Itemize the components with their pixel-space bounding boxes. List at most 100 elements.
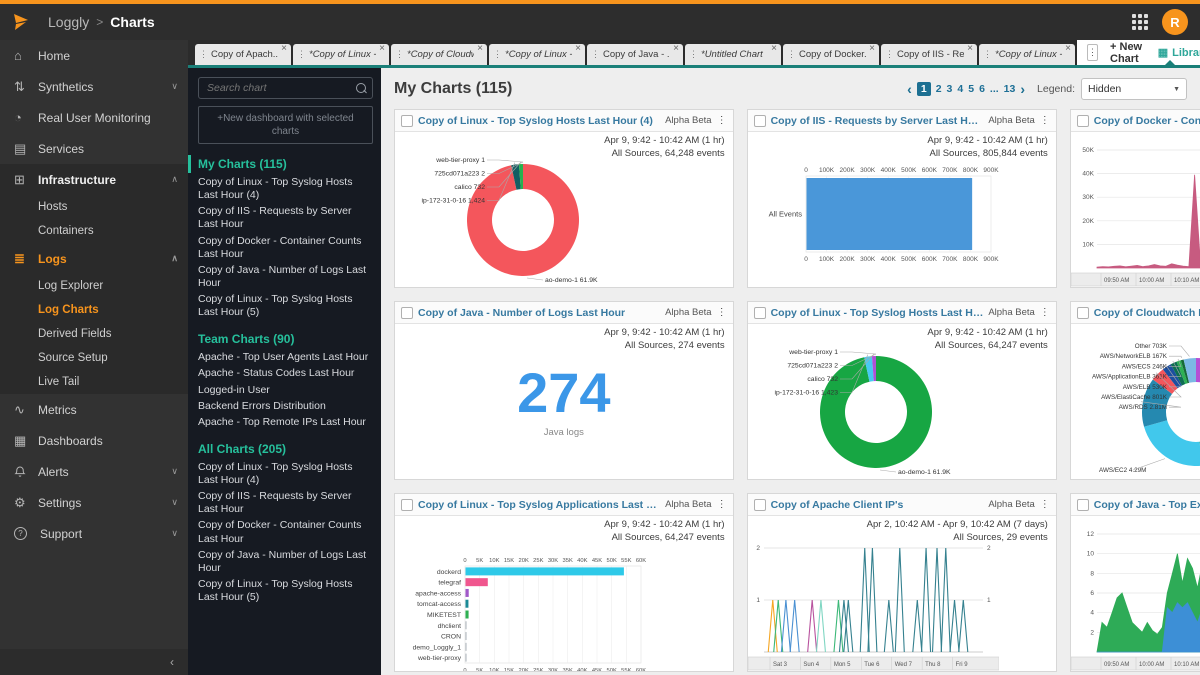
chart-checkbox[interactable] [754,307,766,319]
chart-list-item[interactable]: Copy of Linux - Top Syslog Hosts Last Ho… [198,578,373,604]
chart-tab[interactable]: ⋮*Untitled Chart× [685,44,781,65]
avatar[interactable]: R [1162,9,1188,35]
close-icon[interactable]: × [1065,44,1071,54]
sidebar-item-infrastructure[interactable]: ⊞Infrastructure∧ [0,164,188,195]
chart-tab[interactable]: ⋮*Copy of Linux -...× [489,44,585,65]
pager-page[interactable]: 6 [979,83,985,95]
chart-checkbox[interactable] [1077,499,1089,511]
chart-card-title[interactable]: Copy of IIS - Requests by Server Last Ho… [771,115,984,127]
chart-list-item[interactable]: Backend Errors Distribution [198,400,373,413]
legend-dropdown[interactable]: Hidden ▼ [1081,78,1187,100]
chart-tab[interactable]: ⋮*Copy of Linux -...× [979,44,1075,65]
chart-list-item[interactable]: Copy of Linux - Top Syslog Hosts Last Ho… [198,176,373,202]
chart-list-item[interactable]: Copy of IIS - Requests by Server Last Ho… [198,490,373,516]
chart-card-title[interactable]: Copy of Docker - Container Counts Last H… [1094,115,1200,127]
chart-list-item[interactable]: Copy of Docker - Container Counts Last H… [198,519,373,545]
app-switcher-icon[interactable] [1132,14,1148,30]
close-icon[interactable]: × [575,44,581,54]
sidebar-item-logs[interactable]: ≣Logs∧ [0,243,188,274]
chart-list-item[interactable]: Copy of IIS - Requests by Server Last Ho… [198,205,373,231]
chart-card-title[interactable]: Copy of Java - Top Exceptions Last Hour [1094,499,1200,511]
sidebar-collapse[interactable]: ‹ [0,649,188,675]
sidebar-subitem-containers[interactable]: Containers [0,219,188,243]
chart-list-item[interactable]: Apache - Top Remote IPs Last Hour [198,416,373,429]
svg-text:15K: 15K [504,558,514,564]
kebab-menu-icon[interactable]: ⋮ [1040,499,1050,510]
sidebar-item-settings[interactable]: ⚙Settings∨ [0,487,188,518]
search-input[interactable] [205,81,356,95]
chart-card-title[interactable]: Copy of Java - Number of Logs Last Hour [418,307,660,319]
chart-checkbox[interactable] [1077,115,1089,127]
chart-list-item[interactable]: Copy of Java - Number of Logs Last Hour [198,549,373,575]
pager-page[interactable]: 5 [968,83,974,95]
chart-tab[interactable]: ⋮Copy of Java - ...× [587,44,683,65]
chart-checkbox[interactable] [754,499,766,511]
close-icon[interactable]: × [869,44,875,54]
close-icon[interactable]: × [771,44,777,54]
close-icon[interactable]: × [967,44,973,54]
pager-page[interactable]: 1 [917,82,931,96]
new-chart-button[interactable]: + New Chart [1110,41,1146,65]
sidebar-subitem-hosts[interactable]: Hosts [0,195,188,219]
tab-overflow-button[interactable]: ⋮ [1087,44,1098,61]
pager-page[interactable]: 2 [936,83,942,95]
sidebar-subitem-source-setup[interactable]: Source Setup [0,346,188,370]
brand-loggly[interactable]: Loggly [48,14,89,30]
chart-checkbox[interactable] [1077,307,1089,319]
chart-list-item[interactable]: Copy of Docker - Container Counts Last H… [198,235,373,261]
sidebar-subitem-live-tail[interactable]: Live Tail [0,370,188,394]
close-icon[interactable]: × [673,44,679,54]
chart-list-item[interactable]: Logged-in User [198,384,373,397]
chart-tab[interactable]: ⋮*Copy of Cloudw...× [391,44,487,65]
sidebar-subitem-derived-fields[interactable]: Derived Fields [0,322,188,346]
new-dashboard-button[interactable]: +New dashboard with selected charts [198,106,373,144]
kebab-menu-icon[interactable]: ⋮ [1040,307,1050,318]
chart-tab[interactable]: ⋮Copy of Docker...× [783,44,879,65]
chart-card-title[interactable]: Copy of Linux - Top Syslog Hosts Last Ho… [418,115,660,127]
chart-card-title[interactable]: Copy of Cloudwatch Metrics - Logs By Nam… [1094,307,1200,319]
pager-page[interactable]: 4 [957,83,963,95]
chart-list-item[interactable]: Copy of Java - Number of Logs Last Hour [198,264,373,290]
chart-checkbox[interactable] [401,307,413,319]
chart-tab[interactable]: ⋮Copy of IIS - Re...× [881,44,977,65]
chart-card-title[interactable]: Copy of Linux - Top Syslog Applications … [418,499,660,511]
collapse-icon[interactable]: ‹ [170,655,174,669]
kebab-menu-icon[interactable]: ⋮ [717,115,727,126]
chart-checkbox[interactable] [401,115,413,127]
pager-prev-icon[interactable]: ‹ [907,82,912,96]
chart-tab[interactable]: ⋮*Copy of Linux - ...× [293,44,389,65]
close-icon[interactable]: × [477,44,483,54]
page-title: My Charts (115) [394,80,512,98]
kebab-menu-icon[interactable]: ⋮ [717,307,727,318]
sidebar-item-metrics[interactable]: ∿Metrics [0,394,188,425]
sidebar-item-home[interactable]: ⌂Home [0,40,188,71]
sidebar-item-alerts[interactable]: Alerts∨ [0,456,188,487]
chart-list-item[interactable]: Copy of Linux - Top Syslog Hosts Last Ho… [198,293,373,319]
search-icon[interactable] [356,83,366,93]
chart-checkbox[interactable] [401,499,413,511]
chart-card-title[interactable]: Copy of Apache Client IP's [771,499,984,511]
library-button[interactable]: ▦Library [1158,46,1200,59]
close-icon[interactable]: × [379,44,385,54]
sidebar-subitem-log-charts[interactable]: Log Charts [0,298,188,322]
chart-tab[interactable]: ⋮Copy of Apach...× [195,44,291,65]
sidebar-item-services[interactable]: ▤Services [0,133,188,164]
sidebar-item-dashboards[interactable]: ▦Dashboards [0,425,188,456]
sidebar-subitem-log-explorer[interactable]: Log Explorer [0,274,188,298]
chart-source: All Sources, 805,844 events [927,148,1047,161]
chart-list-item[interactable]: Apache - Top User Agents Last Hour [198,351,373,364]
chart-list-item[interactable]: Apache - Status Codes Last Hour [198,367,373,380]
alpha-beta-badge: Alpha Beta [988,499,1034,510]
pager-page[interactable]: 13 [1004,83,1016,95]
close-icon[interactable]: × [281,44,287,54]
sidebar-item-real-user-monitoring[interactable]: ◔Real User Monitoring [0,102,188,133]
kebab-menu-icon[interactable]: ⋮ [717,499,727,510]
chart-checkbox[interactable] [754,115,766,127]
chart-card-title[interactable]: Copy of Linux - Top Syslog Hosts Last Ho… [771,307,984,319]
sidebar-item-synthetics[interactable]: ⇅Synthetics∨ [0,71,188,102]
sidebar-item-support[interactable]: ?Support∨ [0,518,188,549]
kebab-menu-icon[interactable]: ⋮ [1040,115,1050,126]
pager-page[interactable]: 3 [947,83,953,95]
chart-list-item[interactable]: Copy of Linux - Top Syslog Hosts Last Ho… [198,461,373,487]
pager-next-icon[interactable]: › [1020,82,1025,96]
